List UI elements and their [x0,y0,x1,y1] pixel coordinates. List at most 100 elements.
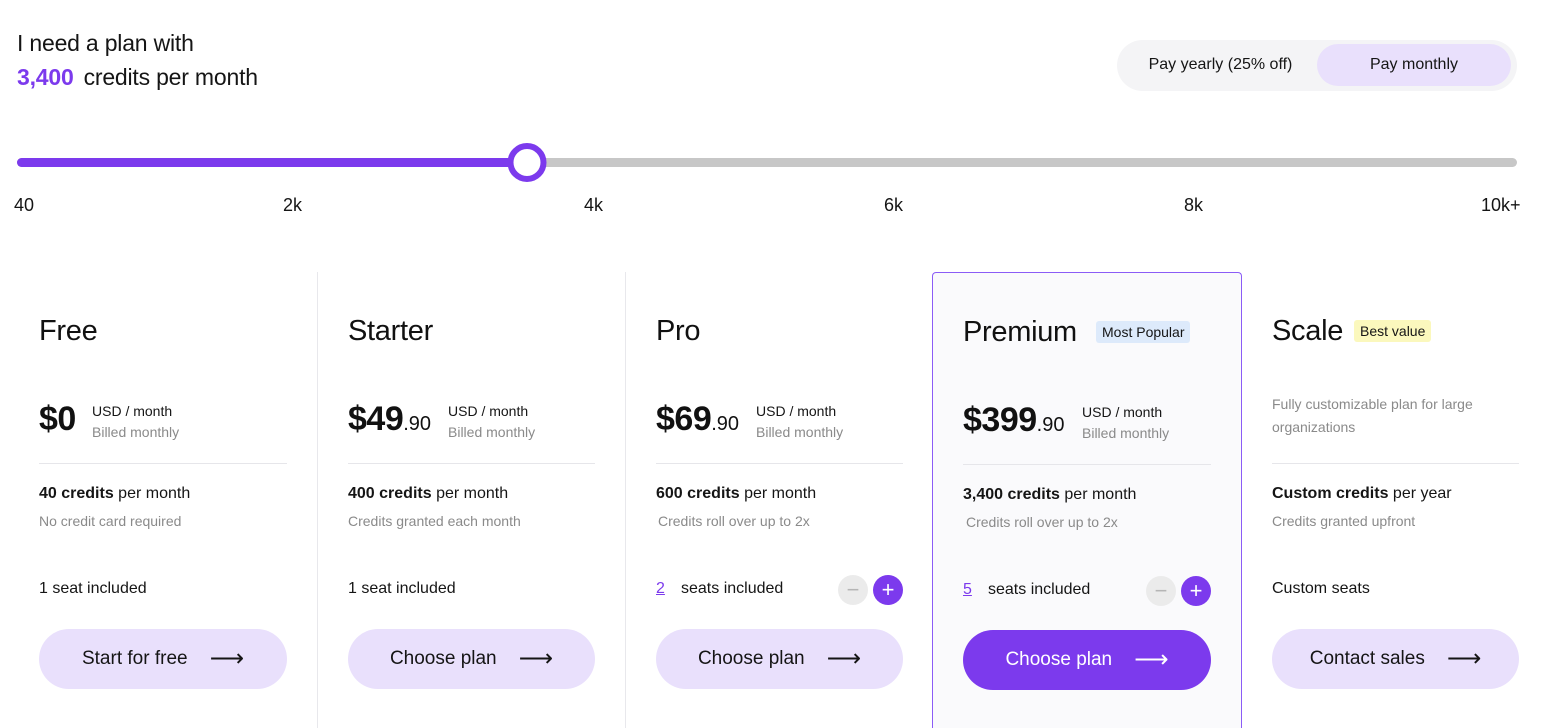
plan-credits: 400 credits per month [348,485,508,503]
arrow-right-icon: ⟶ [1446,645,1482,672]
plan-selector-heading: I need a plan with 3,400 credits per mont… [17,30,258,91]
seat-decrement-button[interactable]: − [1146,576,1176,606]
billing-toggle: Pay yearly (25% off) Pay monthly [1117,40,1517,91]
heading-credits-suffix: credits per month [83,64,258,90]
cta-label: Contact sales [1309,648,1425,669]
billing-period: Billed monthly [92,424,180,440]
arrow-right-icon: ⟶ [1134,646,1169,673]
credits-period: per month [436,485,509,502]
plan-price: $0 [39,400,76,439]
price-unit: USD / month [92,403,173,419]
start-for-free-button[interactable]: Start for free ⟶ [39,629,287,689]
credits-note: Credits roll over up to 2x [658,513,810,529]
heading-line-2: 3,400 credits per month [17,64,258,91]
credits-note: No credit card required [39,513,182,529]
credits-note: Credits granted each month [348,513,521,529]
card-inner: Premium Most Popular $399.90 USD / month… [933,273,1241,728]
plan-name: Scale [1272,315,1344,347]
slider-tick-label: 40 [14,195,35,215]
cta-label: Choose plan [697,648,805,669]
seat-increment-button[interactable]: + [1181,576,1211,606]
selected-credits-value: 3,400 [17,64,74,90]
price-dollars: $49 [348,400,404,438]
seats-info: Custom seats [1272,580,1370,597]
credits-period: per year [1392,485,1452,502]
plan-card-pro: Pro $69.90 USD / month Billed monthly 60… [626,272,932,728]
credits-period: per month [1064,486,1137,503]
best-value-badge: Best value [1354,320,1432,342]
plan-name: Starter [348,315,433,347]
plan-credits: Custom credits per year [1272,485,1452,503]
plan-credits: 600 credits per month [656,485,816,503]
card-rule [656,463,903,464]
price-cents: .90 [403,413,432,435]
slider-tick-label: 2k [283,195,303,215]
seats-label: seats included [988,581,1091,598]
seat-decrement-button[interactable]: − [838,575,868,605]
price-meta: USD / month Billed monthly [92,401,179,443]
plan-credits: 40 credits per month [39,485,190,503]
slider-tick-label: 10k+ [1481,195,1521,215]
credits-note: Credits granted upfront [1272,513,1416,529]
credits-note: Credits roll over up to 2x [966,514,1118,530]
plan-price: $49.90 [348,400,431,439]
most-popular-badge: Most Popular [1096,321,1191,343]
billing-period: Billed monthly [448,424,536,440]
credits-period: per month [744,485,817,502]
credits-amount: 600 credits [656,485,740,502]
plan-card-scale: Scale Best value Fully customizable plan… [1242,272,1568,728]
price-meta: USD / month Billed monthly [1082,402,1169,444]
heading-line-1: I need a plan with [17,30,194,56]
credits-amount: 3,400 credits [963,486,1060,503]
choose-plan-button-starter[interactable]: Choose plan ⟶ [348,629,595,689]
slider-tick-label: 6k [884,195,904,215]
plan-name: Free [39,315,98,347]
plan-credits: 3,400 credits per month [963,486,1136,504]
plan-price: $399.90 [963,401,1064,440]
plan-name: Pro [656,315,701,347]
arrow-right-icon: ⟶ [209,645,244,672]
price-dollars: $0 [39,400,76,438]
pay-yearly-option[interactable]: Pay yearly (25% off) [1123,44,1318,86]
credits-slider-track[interactable] [17,143,1517,182]
billing-period: Billed monthly [756,424,844,440]
credits-amount: 400 credits [348,485,432,502]
seats-info: 1 seat included [39,580,147,597]
billing-period: Billed monthly [1082,425,1170,441]
price-unit: USD / month [756,403,837,419]
plan-card-premium: Premium Most Popular $399.90 USD / month… [932,272,1242,728]
seats-label: seats included [681,580,784,597]
price-unit: USD / month [1082,404,1163,420]
choose-plan-button-premium[interactable]: Choose plan ⟶ [963,630,1211,690]
cta-label: Start for free [81,648,188,669]
card-rule [963,464,1211,465]
pay-monthly-option[interactable]: Pay monthly [1317,44,1511,86]
card-rule [1272,463,1519,464]
price-dollars: $69 [656,400,712,438]
credits-amount: Custom credits [1272,485,1389,502]
plan-card-free: Free $0 USD / month Billed monthly 40 cr… [0,272,317,728]
price-cents: .90 [1036,414,1065,436]
price-meta: USD / month Billed monthly [756,401,843,443]
price-cents: .90 [711,413,740,435]
slider-tick-label: 8k [1184,195,1204,215]
seat-count-link[interactable]: 5 [963,581,972,599]
credits-amount: 40 credits [39,485,114,502]
contact-sales-button[interactable]: Contact sales ⟶ [1272,629,1519,689]
seat-count-link[interactable]: 2 [656,580,665,598]
credits-period: per month [118,485,191,502]
credits-slider-fill [17,158,527,167]
credits-slider-thumb[interactable] [507,143,547,182]
price-meta: USD / month Billed monthly [448,401,535,443]
arrow-right-icon: ⟶ [518,645,554,672]
cta-label: Choose plan [1005,649,1113,670]
plan-price: $69.90 [656,400,739,439]
seat-increment-button[interactable]: + [873,575,903,605]
slider-tick-label: 4k [584,195,604,215]
arrow-right-icon: ⟶ [826,645,862,672]
choose-plan-button-pro[interactable]: Choose plan ⟶ [656,629,903,689]
price-unit: USD / month [448,403,529,419]
plan-description: Fully customizable plan for large organi… [1272,396,1473,435]
seats-info: 1 seat included [348,580,456,597]
price-dollars: $399 [963,401,1037,439]
